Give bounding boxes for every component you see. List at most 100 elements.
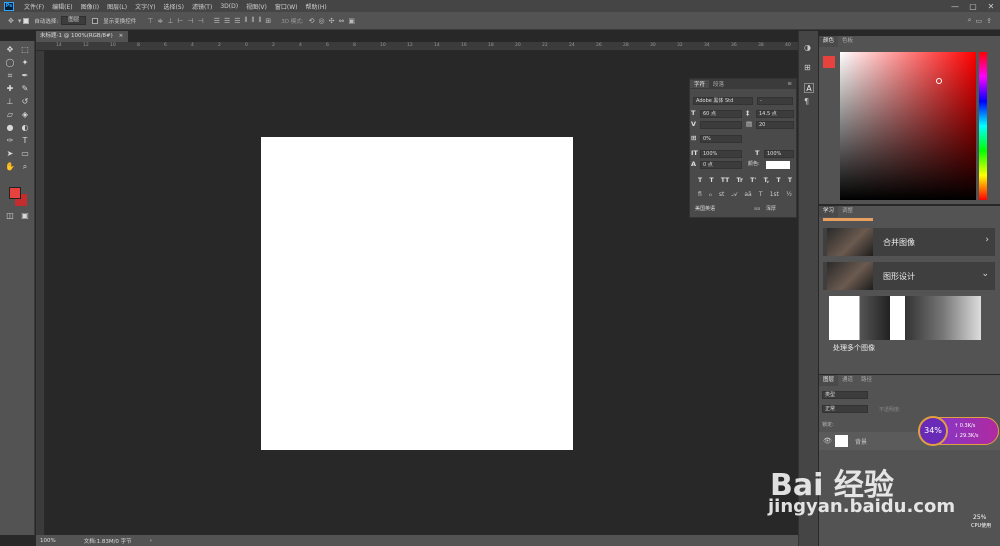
document-tab[interactable]: 未标题-1 @ 100%(RGB/8#) × xyxy=(36,31,128,42)
learn-card-merge[interactable]: 合并图像 › xyxy=(823,228,995,256)
zoom-level[interactable]: 100% xyxy=(40,538,56,544)
eye-icon[interactable]: 👁 xyxy=(823,437,832,445)
3d-scale-icon[interactable]: ▣ xyxy=(348,17,355,25)
tab-layers[interactable]: 图层 xyxy=(819,375,839,386)
menu-edit[interactable]: 编辑(E) xyxy=(48,2,76,11)
brush-tool-icon[interactable]: ✎ xyxy=(19,84,31,94)
tab-swatches[interactable]: 色板 xyxy=(838,36,857,47)
tab-color[interactable]: 颜色 xyxy=(819,36,839,47)
distribute-bottom-icon[interactable]: ☰ xyxy=(234,17,240,25)
menu-help[interactable]: 帮助(H) xyxy=(302,2,331,11)
pen-tool-icon[interactable]: ✑ xyxy=(4,136,16,146)
crop-tool-icon[interactable]: ⌗ xyxy=(4,71,16,81)
tab-character[interactable]: 字符 xyxy=(690,80,710,88)
font-style-select[interactable]: - xyxy=(757,97,793,105)
anti-alias-select[interactable]: 浑厚 xyxy=(764,206,794,214)
auto-align-icon[interactable]: ⊞ xyxy=(265,17,271,25)
menu-select[interactable]: 选择(S) xyxy=(159,2,188,11)
horizontal-scale-field[interactable]: 100% xyxy=(764,150,794,158)
opentype-fi-icon[interactable]: fi xyxy=(698,191,702,199)
blur-tool-icon[interactable]: ● xyxy=(4,123,16,133)
3d-drag-icon[interactable]: ✣ xyxy=(329,17,335,25)
menu-image[interactable]: 图像(I) xyxy=(77,2,103,11)
learn-card-graphic-design[interactable]: 图形设计 ⌄ xyxy=(823,262,995,290)
restore-button[interactable]: ▢ xyxy=(964,2,982,11)
align-right-icon[interactable]: ⊣ xyxy=(198,17,204,25)
type-tool-icon[interactable]: T xyxy=(19,136,31,146)
tsume-field[interactable]: 0% xyxy=(700,135,742,143)
align-middle-icon[interactable]: ≑ xyxy=(157,17,163,25)
workspace-icon[interactable]: ▭ xyxy=(976,17,983,25)
eyedropper-tool-icon[interactable]: ✒ xyxy=(19,71,31,81)
menu-file[interactable]: 文件(F) xyxy=(20,2,48,11)
move-tool-icon[interactable]: ✥ xyxy=(8,17,14,25)
document-tab-close-icon[interactable]: × xyxy=(119,33,124,39)
magic-wand-icon[interactable]: ✦ xyxy=(19,58,31,68)
vertical-scale-field[interactable]: 100% xyxy=(700,150,742,158)
auto-select-dropdown[interactable]: 图层 xyxy=(61,16,87,25)
layer-filter-select[interactable]: 类型 xyxy=(822,391,868,399)
tab-paths[interactable]: 路径 xyxy=(857,375,876,386)
foreground-color-swatch[interactable] xyxy=(9,187,21,199)
language-select[interactable]: 美国英语 xyxy=(693,206,747,214)
show-transform-checkbox[interactable] xyxy=(92,17,99,24)
history-brush-icon[interactable]: ↺ xyxy=(19,97,31,107)
zoom-tool-icon[interactable]: ⌕ xyxy=(19,162,31,172)
minimize-button[interactable]: — xyxy=(946,2,964,11)
opentype-aa-icon[interactable]: aā xyxy=(744,191,751,199)
adjustments-icon[interactable]: ⊞ xyxy=(804,63,811,72)
blend-mode-select[interactable]: 正常 xyxy=(822,405,868,413)
clone-stamp-icon[interactable]: ⊥ xyxy=(4,97,16,107)
opentype-swash-icon[interactable]: 𝒜 xyxy=(732,191,738,199)
close-button[interactable]: ✕ xyxy=(982,2,1000,11)
hue-slider[interactable] xyxy=(979,52,987,200)
opentype-title-icon[interactable]: T xyxy=(759,191,763,199)
font-family-select[interactable]: Adobe 黑体 Std xyxy=(693,97,753,105)
underline-button[interactable]: T xyxy=(776,177,780,184)
learn-sub-item[interactable]: 处理多个图像 xyxy=(833,343,875,353)
superscript-button[interactable]: T' xyxy=(750,177,756,184)
subscript-button[interactable]: T, xyxy=(764,177,770,184)
panel-menu-icon[interactable]: ≡ xyxy=(783,81,796,87)
eraser-tool-icon[interactable]: ▱ xyxy=(4,110,16,120)
share-icon[interactable]: ⇪ xyxy=(986,17,992,25)
document-canvas[interactable] xyxy=(261,137,573,450)
tab-channels[interactable]: 通道 xyxy=(838,375,857,386)
status-arrow-icon[interactable]: › xyxy=(150,538,152,544)
opentype-st-icon[interactable]: st xyxy=(719,191,724,199)
path-selection-icon[interactable]: ➤ xyxy=(4,149,16,159)
tab-paragraph[interactable]: 段落 xyxy=(709,80,728,88)
opentype-ordinal-icon[interactable]: 1st xyxy=(770,191,779,199)
color-panel-icon[interactable]: ◑ xyxy=(804,43,811,52)
align-top-icon[interactable]: ⊤ xyxy=(147,17,153,25)
distribute-center-icon[interactable]: ⫴ xyxy=(252,16,255,25)
auto-select-checkbox[interactable] xyxy=(23,17,30,24)
distribute-right-icon[interactable]: ⫴ xyxy=(258,16,261,25)
menu-type[interactable]: 文字(Y) xyxy=(131,2,159,11)
chevron-right-icon[interactable]: › xyxy=(985,235,989,245)
color-picker-field[interactable] xyxy=(840,52,976,200)
small-caps-button[interactable]: Tr xyxy=(737,177,743,184)
font-size-field[interactable]: 60 点 xyxy=(700,110,742,118)
menu-filter[interactable]: 滤镜(T) xyxy=(188,2,216,11)
character-panel-icon[interactable]: A xyxy=(804,83,814,93)
faux-bold-button[interactable]: T xyxy=(698,177,702,184)
tab-learn[interactable]: 学习 xyxy=(819,206,839,217)
tracking-field[interactable]: 20 xyxy=(756,121,794,129)
marquee-tool-icon[interactable]: ⬚ xyxy=(19,45,31,55)
leading-field[interactable]: 14.5 点 xyxy=(756,110,794,118)
quick-mask-icon[interactable]: ◫ xyxy=(4,211,16,221)
strikethrough-button[interactable]: T xyxy=(788,177,792,184)
menu-3d[interactable]: 3D(D) xyxy=(216,3,242,10)
opentype-fraction-icon[interactable]: ½ xyxy=(786,191,792,199)
hand-tool-icon[interactable]: ✋ xyxy=(4,162,16,172)
kerning-field[interactable] xyxy=(700,121,742,129)
align-left-icon[interactable]: ⊢ xyxy=(177,17,183,25)
learn-sub-thumbnail[interactable] xyxy=(829,296,981,340)
3d-slide-icon[interactable]: ⇔ xyxy=(338,17,344,25)
menu-window[interactable]: 窗口(W) xyxy=(271,2,302,11)
distribute-middle-icon[interactable]: ☰ xyxy=(224,17,230,25)
menu-view[interactable]: 视图(V) xyxy=(242,2,271,11)
distribute-left-icon[interactable]: ⫴ xyxy=(245,16,248,25)
align-center-icon[interactable]: ⊣ xyxy=(187,17,193,25)
